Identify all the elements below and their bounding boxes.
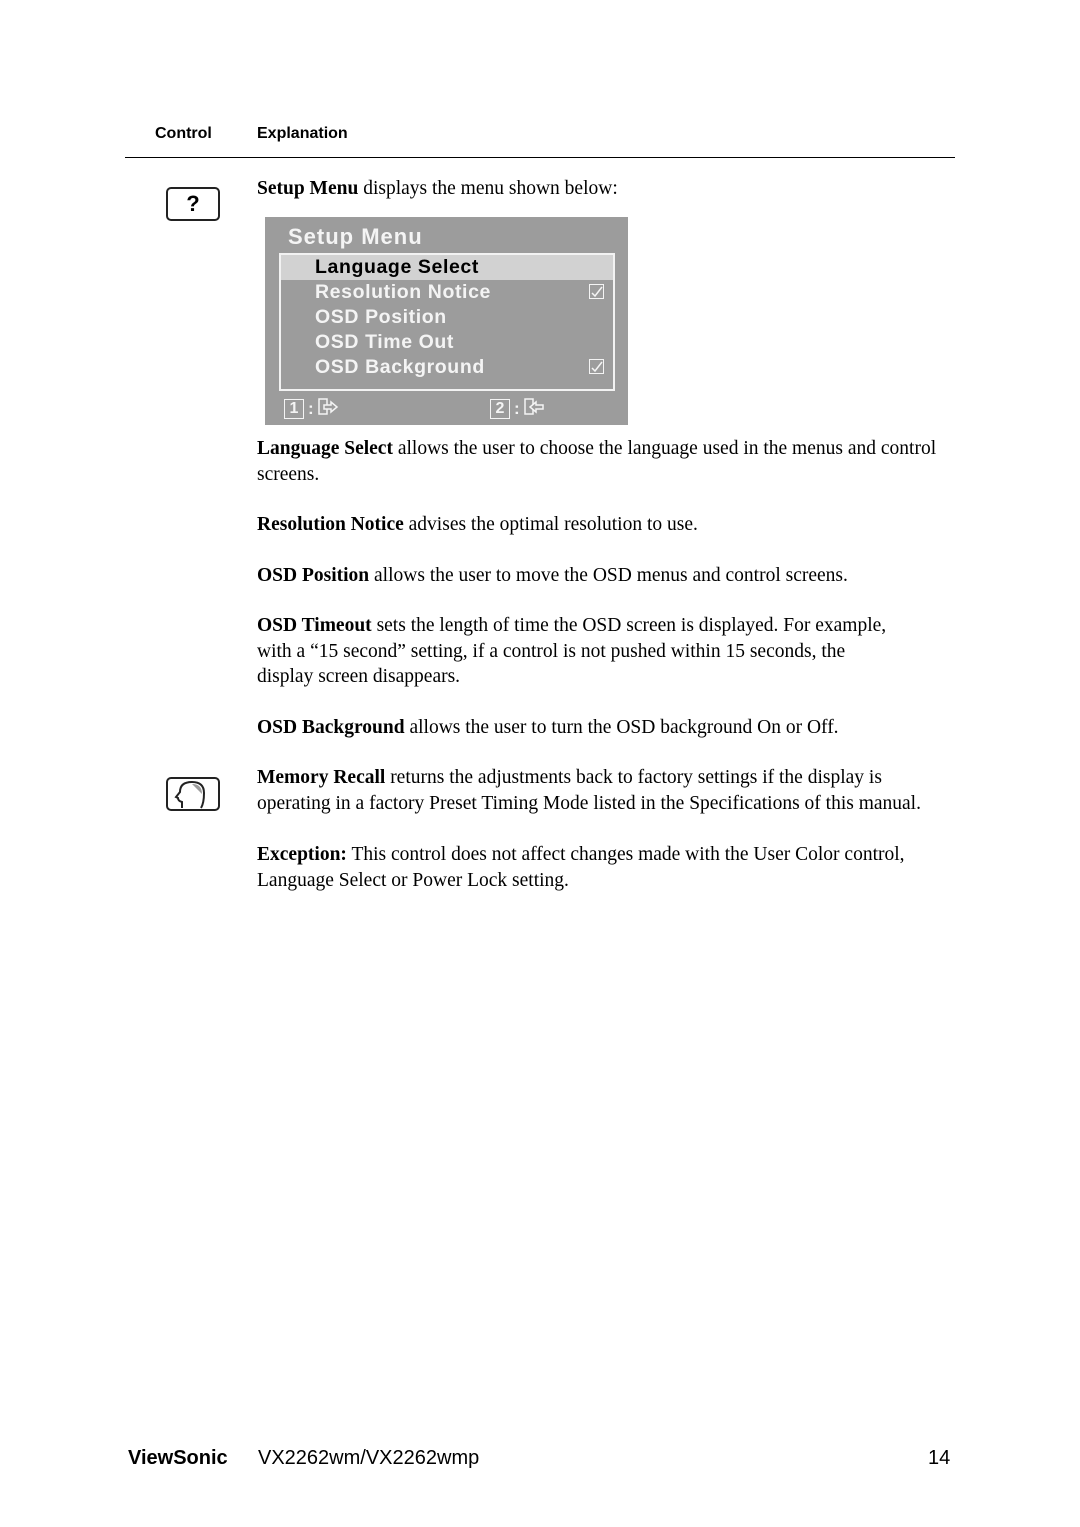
footer-model: VX2262wm/VX2262wmp xyxy=(258,1447,480,1469)
osd-item-label: OSD Time Out xyxy=(315,331,455,353)
question-mark-icon: ? xyxy=(166,187,220,221)
page-number: 14 xyxy=(928,1447,951,1469)
osd-item-label: Language Select xyxy=(315,256,479,278)
checkbox-checked-icon[interactable] xyxy=(589,359,604,374)
column-header-control: Control xyxy=(155,125,212,142)
osd-item-language-select[interactable]: Language Select xyxy=(281,255,613,280)
osd-key-1-exit: 1 : xyxy=(284,397,340,421)
term: Memory Recall xyxy=(257,767,386,788)
description: This control does not affect changes mad… xyxy=(257,844,905,891)
checkbox-checked-icon[interactable] xyxy=(589,284,604,299)
osd-item-label: OSD Background xyxy=(315,356,485,378)
question-mark-glyph: ? xyxy=(186,191,200,216)
paragraph-exception: Exception: This control does not affect … xyxy=(257,842,927,893)
osd-item-label: Resolution Notice xyxy=(315,281,491,303)
osd-item-osd-position[interactable]: OSD Position xyxy=(281,305,613,330)
term: OSD Timeout xyxy=(257,615,372,636)
paragraph-resolution-notice: Resolution Notice advises the optimal re… xyxy=(257,512,957,538)
osd-setup-menu: Setup Menu Language Select Resolution No… xyxy=(265,217,628,425)
osd-item-label: OSD Position xyxy=(315,306,447,328)
paragraph-osd-position: OSD Position allows the user to move the… xyxy=(257,563,957,589)
key-separator: : xyxy=(308,399,314,418)
key-2-box: 2 xyxy=(490,399,510,419)
enter-arrow-left-icon xyxy=(523,397,546,421)
term: OSD Background xyxy=(257,717,405,738)
description: allows the user to move the OSD menus an… xyxy=(369,565,848,586)
term: Exception: xyxy=(257,844,347,865)
osd-menu-list: Language Select Resolution Notice OSD Po… xyxy=(279,253,615,391)
intro-text: displays the menu shown below: xyxy=(358,178,618,199)
exit-arrow-right-icon xyxy=(317,397,340,421)
description: advises the optimal resolution to use. xyxy=(403,514,698,535)
paragraph-language-select: Language Select allows the user to choos… xyxy=(257,436,957,487)
osd-item-osd-background[interactable]: OSD Background xyxy=(281,355,613,380)
header-divider xyxy=(125,157,955,158)
paragraph-osd-timeout: OSD Timeout sets the length of time the … xyxy=(257,613,897,690)
setup-menu-intro: Setup Menu displays the menu shown below… xyxy=(257,176,957,202)
description: allows the user to turn the OSD backgrou… xyxy=(404,717,839,738)
key-separator: : xyxy=(514,399,520,418)
memory-recall-head-icon xyxy=(166,777,220,811)
osd-key-2-enter: 2 : xyxy=(490,397,546,421)
term: Resolution Notice xyxy=(257,514,404,535)
term: OSD Position xyxy=(257,565,370,586)
paragraph-memory-recall: Memory Recall returns the adjustments ba… xyxy=(257,765,957,816)
paragraph-osd-background: OSD Background allows the user to turn t… xyxy=(257,715,957,741)
osd-item-resolution-notice[interactable]: Resolution Notice xyxy=(281,280,613,305)
osd-title: Setup Menu xyxy=(288,224,423,249)
term: Language Select xyxy=(257,438,393,459)
intro-term: Setup Menu xyxy=(257,178,359,199)
column-header-explanation: Explanation xyxy=(257,125,348,142)
key-1-box: 1 xyxy=(284,399,304,419)
osd-item-osd-time-out[interactable]: OSD Time Out xyxy=(281,330,613,355)
footer-brand: ViewSonic xyxy=(128,1447,228,1469)
